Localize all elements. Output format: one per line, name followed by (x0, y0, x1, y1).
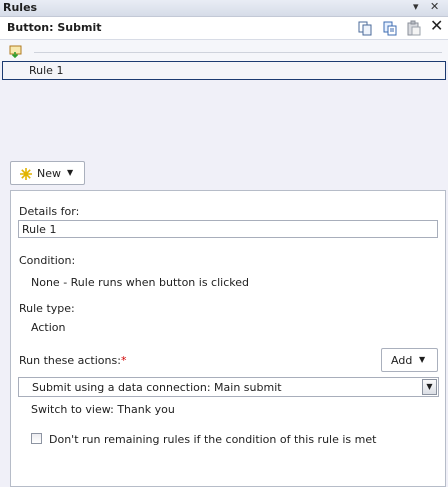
paste-icon[interactable] (406, 20, 422, 36)
details-for-label: Details for: (19, 205, 80, 218)
chevron-down-icon: ▼ (67, 168, 74, 177)
window-title: Rules (3, 1, 38, 14)
close-icon[interactable]: ✕ (430, 18, 446, 34)
rules-header: Button: Submit ✕ (0, 17, 448, 40)
rule-list-item[interactable]: Rule 1 (2, 61, 446, 80)
add-rule-icon[interactable] (9, 44, 23, 58)
run-actions-text: Run these actions: (19, 354, 121, 367)
pane-close-icon[interactable]: ✕ (430, 0, 439, 13)
chevron-down-icon: ▼ (419, 355, 426, 364)
title-bar: Rules ▾ ✕ (0, 0, 448, 17)
rule-type-value: Action (31, 321, 66, 334)
new-star-icon (20, 168, 32, 180)
rule-name-input[interactable]: Rule 1 (18, 220, 438, 238)
paste-rule-icon[interactable] (382, 20, 398, 36)
rule-details-panel: Details for: Rule 1 Condition: None - Ru… (10, 190, 446, 487)
dont-run-label: Don't run remaining rules if the conditi… (49, 433, 377, 446)
action-item[interactable]: Submit using a data connection: Main sub… (18, 377, 439, 397)
required-marker: * (120, 354, 127, 367)
toolbar-divider (34, 52, 442, 53)
copy-icon[interactable] (357, 20, 373, 36)
control-name: Button: Submit (7, 21, 102, 34)
condition-label: Condition: (19, 254, 76, 267)
action-item-label: Submit using a data connection: Main sub… (32, 381, 282, 394)
rule-type-label: Rule type: (19, 302, 75, 315)
action-dropdown-icon[interactable]: ▼ (422, 379, 437, 395)
run-actions-label: Run these actions:* (19, 354, 126, 367)
switch-view-text: Switch to view: Thank you (31, 403, 175, 416)
add-action-button[interactable]: Add ▼ (381, 348, 438, 372)
rule-list-item-label: Rule 1 (29, 64, 64, 77)
new-button-label: New (37, 167, 61, 180)
condition-link[interactable]: None - Rule runs when button is clicked (31, 276, 249, 289)
rules-toolbar (0, 40, 448, 62)
pane-menu-icon[interactable]: ▾ (413, 0, 419, 13)
add-button-label: Add (391, 354, 413, 367)
new-rule-button[interactable]: New ▼ (10, 161, 85, 185)
dont-run-checkbox[interactable] (31, 433, 42, 444)
